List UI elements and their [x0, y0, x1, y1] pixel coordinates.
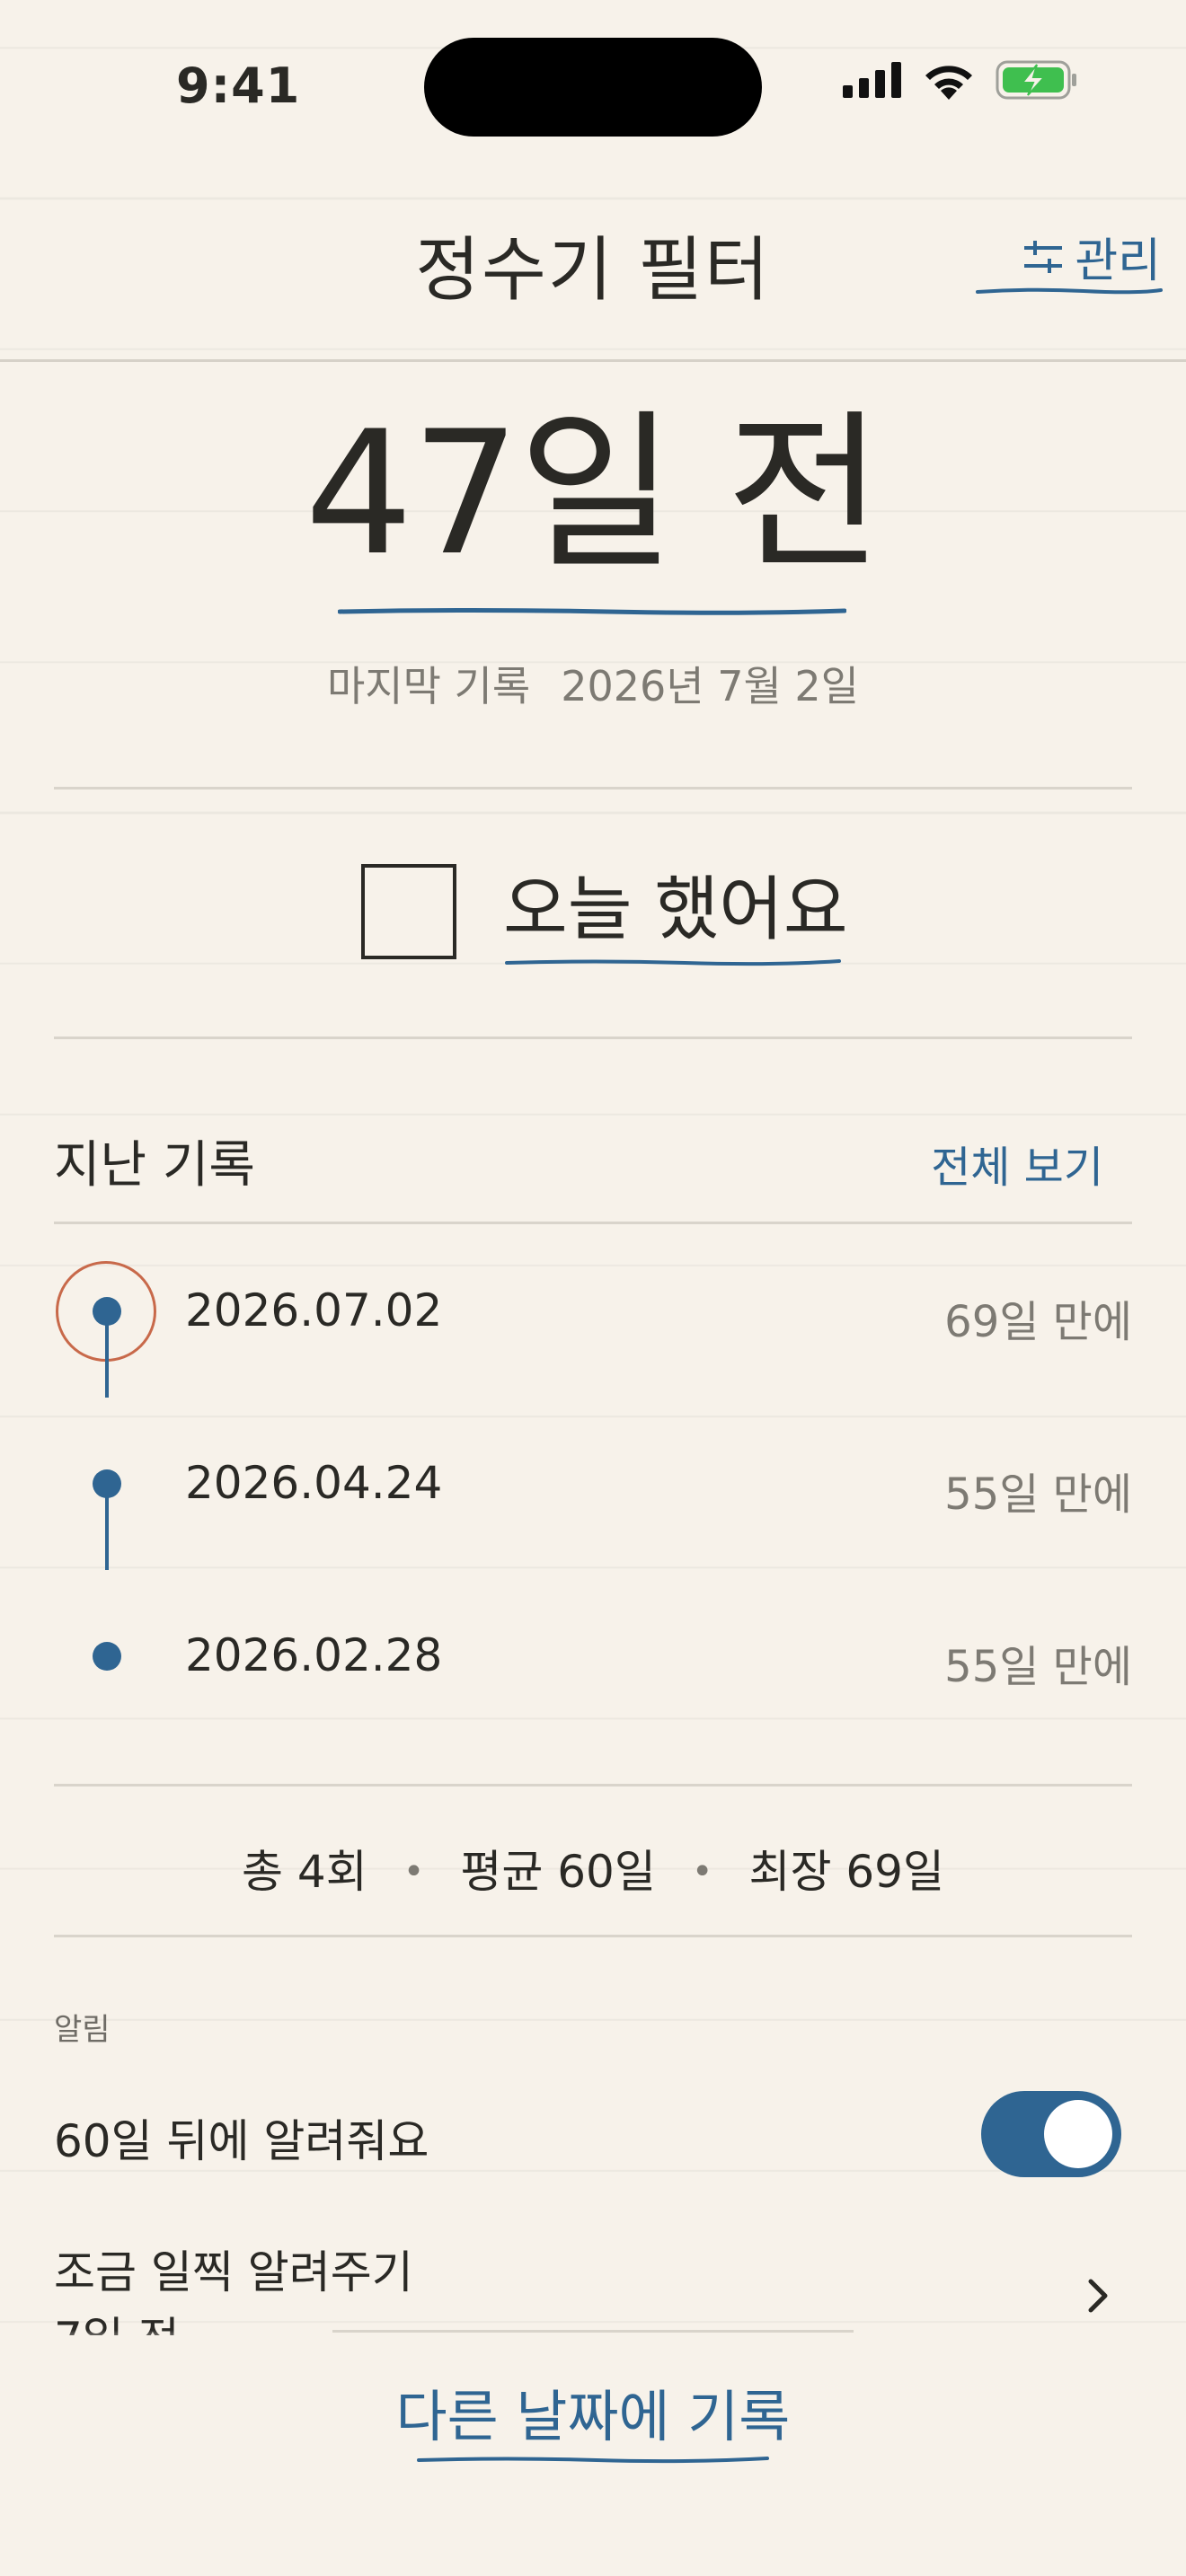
battery-charging-icon	[996, 60, 1076, 100]
stats-longest: 최장 69일	[748, 1846, 944, 1898]
today-checkbox[interactable]	[361, 864, 456, 959]
divider	[54, 1784, 1132, 1786]
elapsed-underline	[338, 608, 846, 615]
view-all-link[interactable]: 전체 보기	[931, 1132, 1103, 1195]
last-record-date: 2026년 7월 2일	[561, 662, 860, 710]
manage-button[interactable]: 관리	[1022, 223, 1161, 290]
history-row-gap: 69일 만에	[944, 1297, 1132, 1347]
elapsed-days: 47일 전	[305, 394, 883, 593]
sliders-icon	[1024, 240, 1063, 273]
timeline-dot	[93, 1469, 121, 1498]
today-underline	[505, 959, 841, 966]
early-remind-label[interactable]: 조금 일찍 알려주기	[54, 2236, 413, 2301]
history-row-date[interactable]: 2026.02.28	[185, 1629, 442, 1681]
history-row-date[interactable]: 2026.07.02	[185, 1284, 442, 1337]
divider	[54, 787, 1132, 790]
chevron-right-icon[interactable]	[1085, 2276, 1111, 2316]
timeline-dot	[93, 1297, 121, 1326]
divider	[54, 1037, 1132, 1039]
last-record: 마지막 기록 2026년 7월 2일	[0, 654, 1186, 713]
stats-total: 총 4회	[242, 1846, 367, 1898]
last-record-label: 마지막 기록	[326, 662, 531, 710]
bottom-divider	[332, 2330, 854, 2333]
cellular-signal-icon	[843, 62, 901, 98]
remind-text: 60일 뒤에 알려줘요	[54, 2115, 429, 2167]
history-row-gap: 55일 만에	[944, 1642, 1132, 1692]
dynamic-island	[424, 38, 762, 137]
record-other-date-button[interactable]: 다른 날짜에 기록	[0, 2371, 1186, 2452]
history-row-date[interactable]: 2026.04.24	[185, 1457, 442, 1509]
stats-summary: 총 4회 • 평균 60일 • 최장 69일	[242, 1846, 944, 1898]
bottom-bar-background	[0, 2330, 1186, 2576]
history-row-gap: 55일 만에	[944, 1469, 1132, 1520]
status-icons	[843, 59, 1078, 101]
status-time: 9:41	[176, 57, 301, 114]
other-date-underline	[417, 2457, 769, 2464]
timeline-dot	[93, 1642, 121, 1671]
manage-underline	[976, 287, 1163, 295]
header-divider	[0, 359, 1186, 362]
stats-average: 평균 60일	[460, 1846, 656, 1898]
page-title: 정수기 필터	[415, 230, 771, 311]
manage-label: 관리	[1075, 234, 1161, 288]
today-label[interactable]: 오늘 했어요	[503, 853, 848, 954]
wifi-icon	[925, 66, 972, 100]
history-divider	[54, 1222, 1132, 1224]
divider	[54, 1935, 1132, 1937]
remind-toggle[interactable]	[981, 2091, 1121, 2177]
toggle-knob	[1044, 2100, 1112, 2168]
alerts-section-label: 알림	[54, 2012, 111, 2048]
history-title: 지난 기록	[54, 1136, 255, 1195]
